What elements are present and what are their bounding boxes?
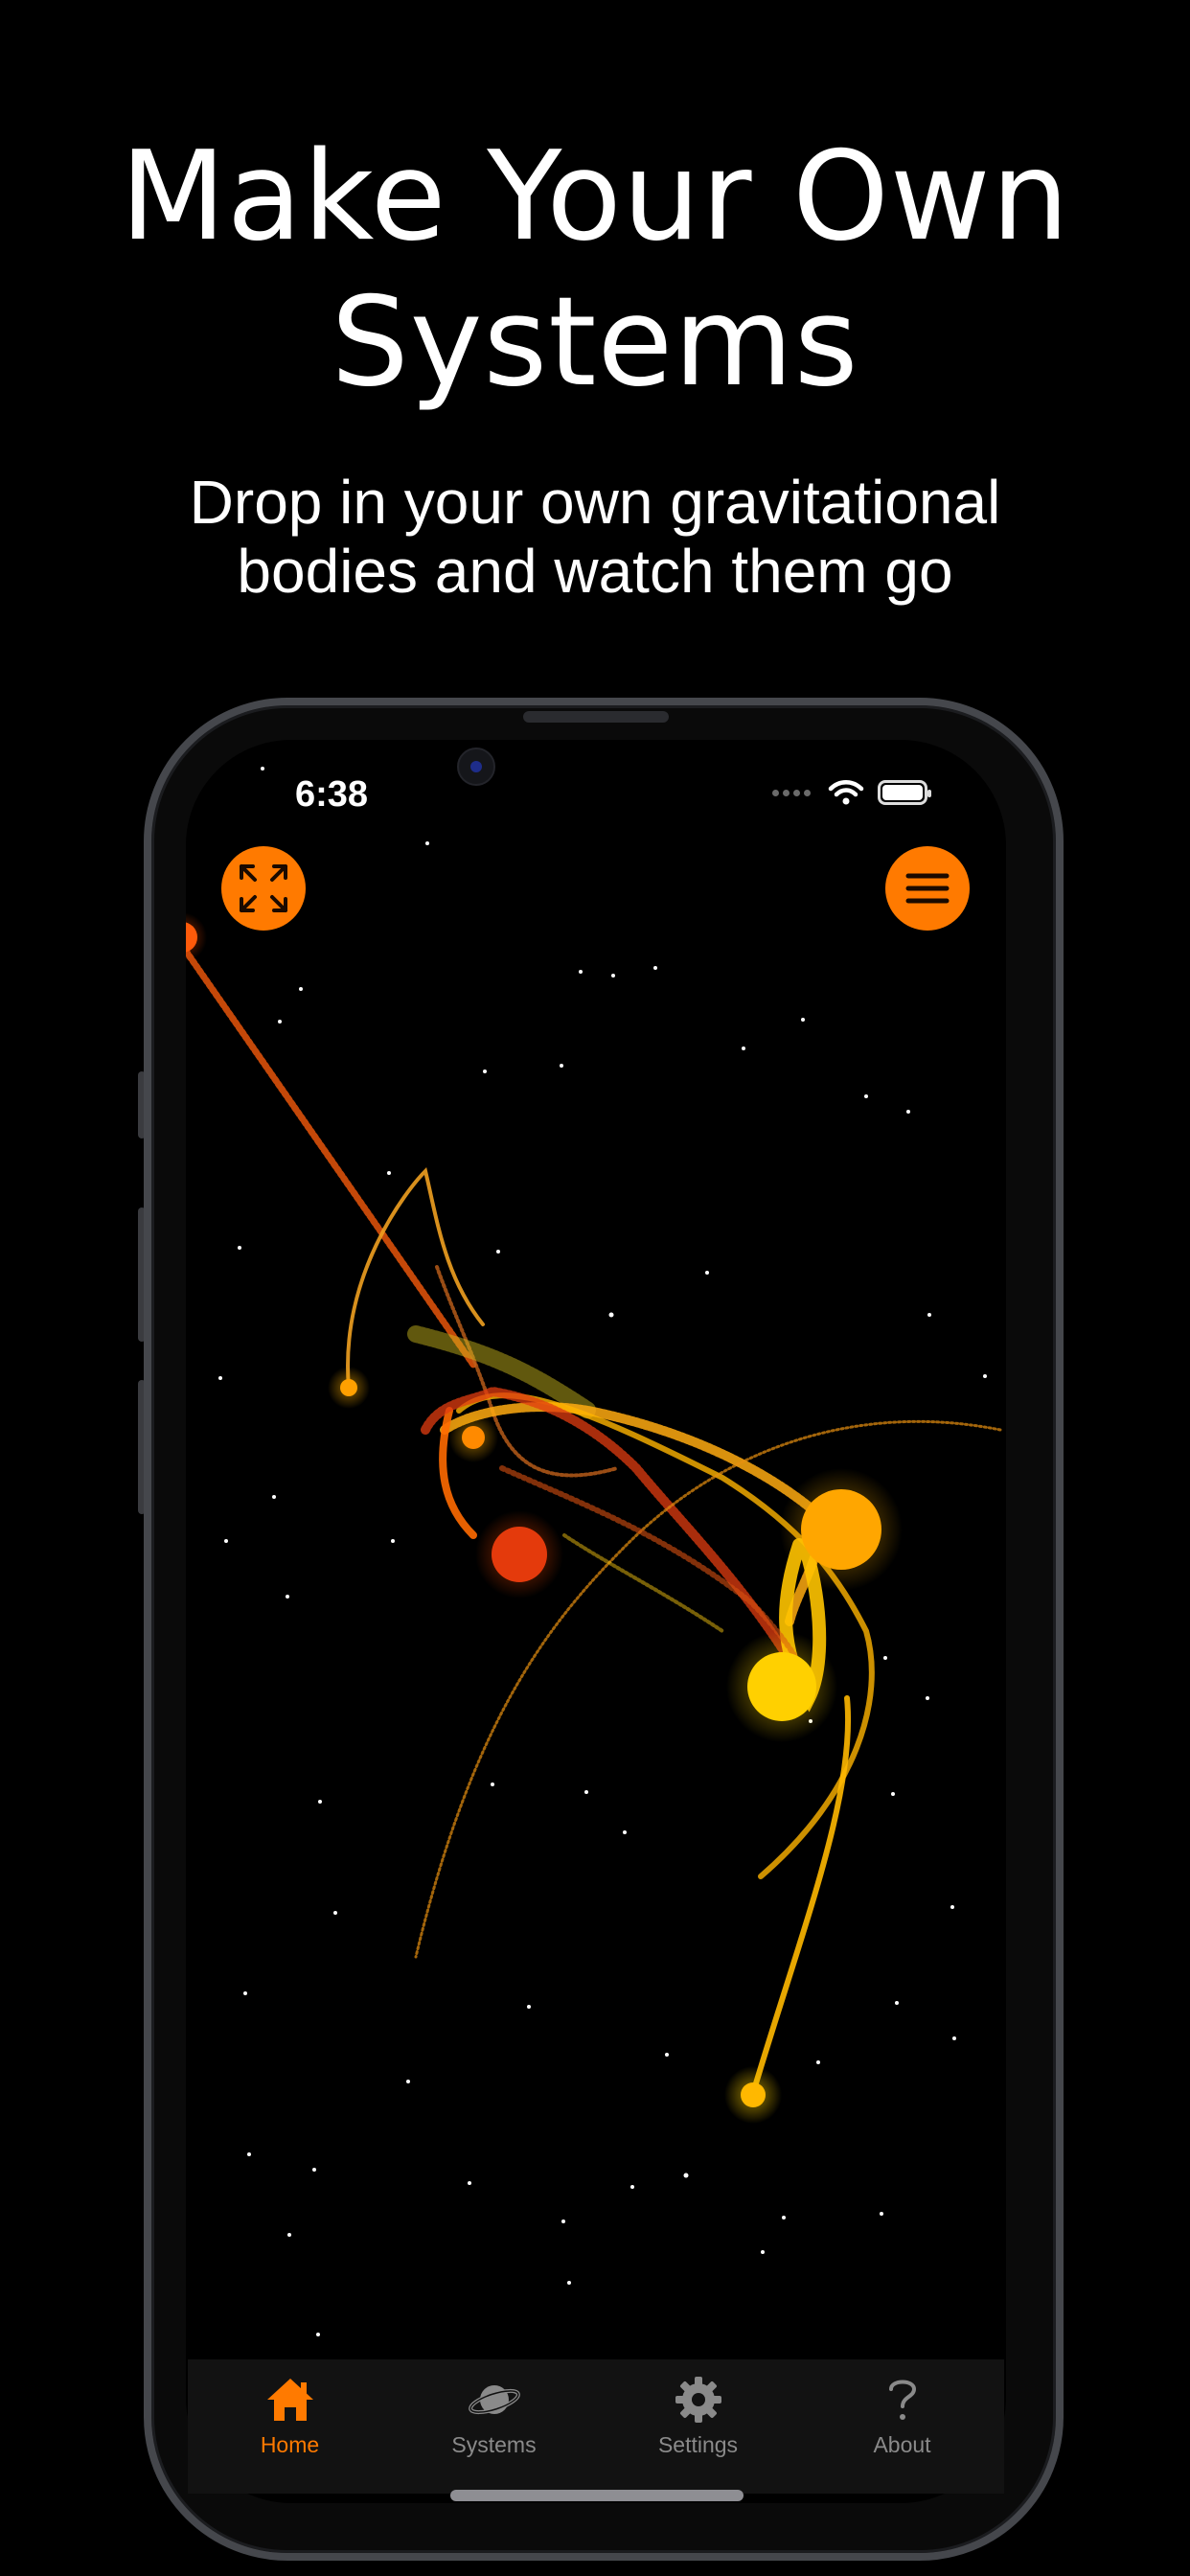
tab-systems-label: Systems xyxy=(451,2432,537,2457)
tab-settings-label: Settings xyxy=(657,2432,739,2457)
expand-button[interactable] xyxy=(221,846,306,931)
tab-about[interactable]: About xyxy=(800,2359,1004,2494)
headline: Make Your Own Systems xyxy=(0,125,1190,416)
gravitational-bodies xyxy=(186,912,903,2124)
status-icons xyxy=(772,778,931,807)
wifi-icon xyxy=(828,780,864,805)
tab-home[interactable]: Home xyxy=(188,2359,392,2494)
front-camera xyxy=(457,748,495,786)
tab-about-label: About xyxy=(873,2432,931,2457)
headline-line-2: Systems xyxy=(331,271,859,414)
headline-line-1: Make Your Own xyxy=(120,126,1070,268)
hamburger-menu-icon xyxy=(905,873,950,904)
subheadline-line-1: Drop in your own gravitational xyxy=(189,468,1001,537)
tab-systems[interactable]: Systems xyxy=(392,2359,596,2494)
body-large-orange xyxy=(801,1489,881,1570)
home-indicator[interactable] xyxy=(450,2490,744,2501)
tab-bar: Home Systems Settings About xyxy=(188,2359,1004,2494)
expand-arrows-icon xyxy=(240,864,287,912)
subheadline: Drop in your own gravitational bodies an… xyxy=(0,468,1190,606)
house-icon xyxy=(263,2373,317,2426)
body-small-yellow xyxy=(741,2082,766,2107)
body-small-orange xyxy=(340,1379,357,1396)
tab-settings[interactable]: Settings xyxy=(596,2359,800,2494)
battery-icon xyxy=(878,780,931,805)
body-small-amber xyxy=(462,1426,485,1449)
menu-button[interactable] xyxy=(885,846,970,931)
status-time: 6:38 xyxy=(295,774,369,815)
body-large-yellow xyxy=(747,1652,816,1721)
tab-home-label: Home xyxy=(260,2432,320,2457)
subheadline-line-2: bodies and watch them go xyxy=(237,537,953,606)
body-red xyxy=(492,1527,547,1582)
cellular-signal-icon xyxy=(772,787,814,798)
gear-icon xyxy=(672,2373,725,2426)
question-mark-icon xyxy=(876,2373,929,2426)
earpiece-speaker xyxy=(523,711,669,723)
gravity-simulation-canvas[interactable] xyxy=(186,740,1006,2503)
planet-icon xyxy=(468,2373,521,2426)
